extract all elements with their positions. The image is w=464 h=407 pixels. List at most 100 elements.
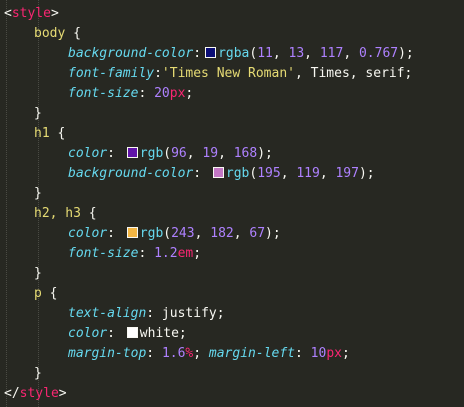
- code-token: : justify;: [146, 306, 225, 321]
- code-token: );: [398, 46, 414, 61]
- code-token: 1.2: [154, 246, 178, 261]
- code-token: );: [265, 226, 281, 241]
- code-token: h1: [34, 126, 50, 141]
- code-token: :: [295, 346, 311, 361]
- code-line[interactable]: }: [34, 364, 42, 384]
- code-token: );: [358, 166, 375, 181]
- code-token: <: [4, 6, 12, 21]
- color-swatch[interactable]: [212, 167, 224, 178]
- code-token: em: [177, 246, 194, 261]
- code-token: margin-top: [68, 346, 147, 361]
- code-token: 117: [319, 46, 344, 61]
- code-editor[interactable]: <style> body {background-color: rgba(11, 1…: [0, 0, 464, 407]
- code-token: ,: [218, 146, 234, 161]
- code-token: rgb: [139, 146, 164, 161]
- code-token: 20: [154, 86, 170, 101]
- code-token: color: [68, 146, 108, 161]
- code-line[interactable]: color: rgb(96, 19, 168);: [68, 144, 273, 164]
- code-line[interactable]: font-family:'Times New Roman', Times, se…: [68, 64, 412, 84]
- code-token: }: [34, 366, 42, 381]
- code-line[interactable]: color: white;: [68, 324, 187, 344]
- code-token: 195: [257, 166, 281, 181]
- code-token: :: [193, 166, 209, 181]
- code-token: (: [163, 146, 172, 161]
- code-line[interactable]: p {: [34, 284, 57, 304]
- color-swatch[interactable]: [126, 147, 138, 158]
- code-token: (: [163, 226, 172, 241]
- code-line[interactable]: background-color: rgba(11, 13, 117, 0.767…: [68, 44, 414, 64]
- code-token: body: [34, 26, 66, 41]
- code-token: :: [193, 46, 202, 61]
- code-line[interactable]: h1 {: [34, 124, 65, 144]
- code-token: style: [19, 386, 59, 401]
- code-token: style: [11, 6, 51, 21]
- color-swatch[interactable]: [205, 47, 217, 58]
- code-token: font-family: [68, 66, 155, 81]
- code-line[interactable]: font-size: 1.2em;: [68, 244, 201, 264]
- code-token: p: [34, 286, 42, 301]
- code-token: );: [257, 146, 273, 161]
- code-token: px: [169, 86, 186, 101]
- code-line[interactable]: text-align: justify;: [68, 304, 225, 324]
- code-token: background-color: [68, 46, 194, 61]
- color-swatch[interactable]: [126, 227, 138, 238]
- code-token: 19: [202, 146, 219, 161]
- code-token: rgb: [139, 226, 164, 241]
- code-token: ;: [341, 346, 350, 361]
- code-token: ,: [280, 166, 297, 181]
- code-line[interactable]: margin-top: 1.6%; margin-left: 10px;: [68, 344, 350, 364]
- code-token: text-align: [68, 306, 147, 321]
- code-token: {: [65, 26, 81, 41]
- code-token: >: [50, 6, 59, 21]
- code-line[interactable]: color: rgb(243, 182, 67);: [68, 224, 281, 244]
- code-line[interactable]: body {: [34, 24, 81, 44]
- code-line[interactable]: </style>: [4, 384, 67, 404]
- code-token: 11: [257, 46, 273, 61]
- code-token: rgb: [225, 166, 250, 181]
- code-token: 13: [288, 46, 305, 61]
- code-token: color: [68, 226, 108, 241]
- code-token: px: [326, 346, 342, 361]
- code-token: 243: [171, 226, 195, 241]
- code-token: 1.6: [161, 346, 186, 361]
- code-line[interactable]: <style>: [4, 4, 59, 24]
- code-line[interactable]: }: [34, 104, 42, 124]
- code-token: , Times, serif;: [294, 66, 413, 81]
- code-token: ,: [272, 46, 289, 61]
- code-token: 67: [249, 226, 266, 241]
- code-token: ;: [193, 346, 209, 361]
- code-line[interactable]: h2, h3 {: [34, 204, 97, 224]
- code-token: ;: [193, 246, 202, 261]
- indent-guide: [6, 0, 7, 407]
- code-token: }: [34, 106, 42, 121]
- code-token: :: [146, 346, 162, 361]
- code-token: {: [80, 206, 97, 221]
- code-line[interactable]: }: [34, 264, 42, 284]
- code-token: 10: [310, 346, 327, 361]
- code-token: color: [68, 326, 108, 341]
- code-token: 0.767: [358, 46, 399, 61]
- code-token: 168: [233, 146, 258, 161]
- code-token: :: [138, 246, 155, 261]
- code-token: 197: [335, 166, 359, 181]
- code-token: :: [107, 146, 123, 161]
- code-token: }: [34, 266, 42, 281]
- code-token: ,: [194, 226, 211, 241]
- code-token: background-color: [68, 166, 194, 181]
- code-token: ,: [343, 46, 359, 61]
- code-token: {: [49, 126, 66, 141]
- code-token: >: [58, 386, 67, 401]
- code-token: }: [34, 186, 42, 201]
- code-token: 182: [210, 226, 234, 241]
- code-token: rgba: [218, 46, 250, 61]
- code-token: 96: [171, 146, 187, 161]
- color-swatch[interactable]: [126, 327, 138, 338]
- code-token: :: [107, 226, 123, 241]
- code-line[interactable]: font-size: 20px;: [68, 84, 193, 104]
- code-token: ,: [186, 146, 203, 161]
- code-token: margin-left: [208, 346, 295, 361]
- code-token: ,: [304, 46, 320, 61]
- code-line[interactable]: background-color: rgb(195, 119, 197);: [68, 164, 375, 184]
- code-line[interactable]: }: [34, 184, 42, 204]
- code-token: {: [41, 286, 58, 301]
